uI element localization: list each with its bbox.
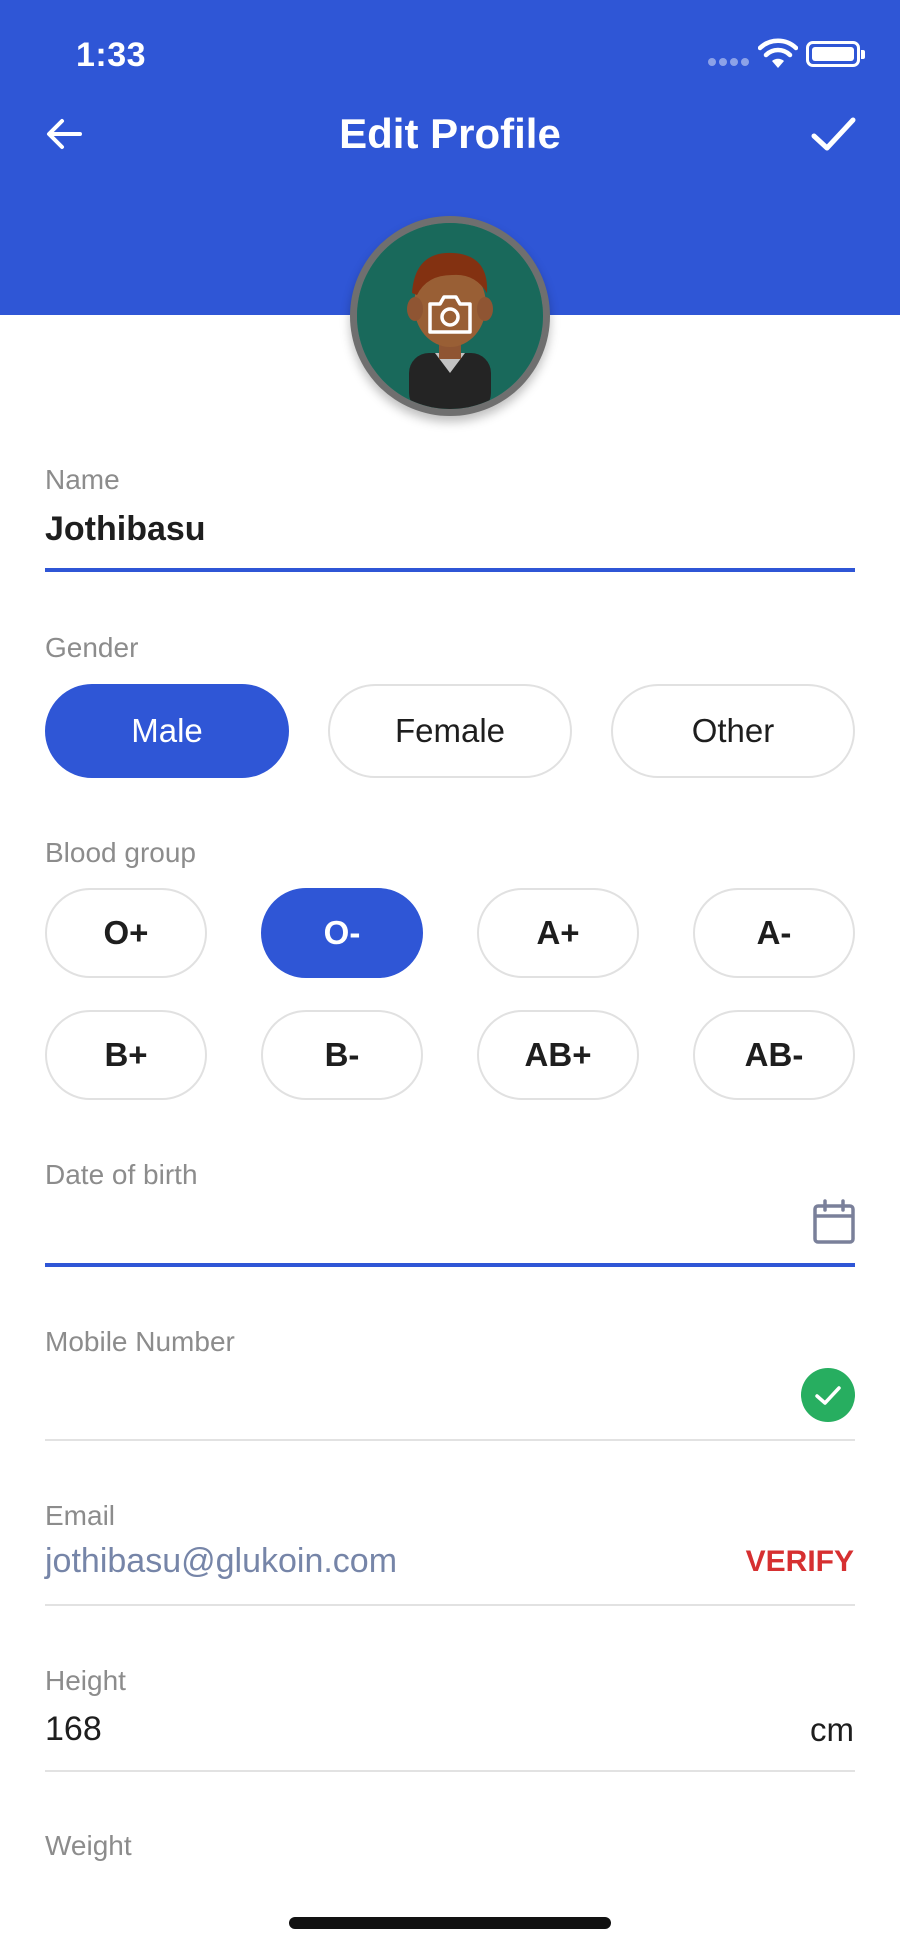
avatar-image (357, 223, 543, 409)
blood-option-o-negative[interactable]: O- (261, 888, 423, 978)
blood-option-a-negative[interactable]: A- (693, 888, 855, 978)
blood-option-o-positive[interactable]: O+ (45, 888, 207, 978)
email-label: Email (45, 1500, 116, 1531)
mobile-underline (45, 1439, 855, 1441)
blood-option-a-positive[interactable]: A+ (477, 888, 639, 978)
battery-icon (806, 41, 865, 67)
status-time: 1:33 (76, 36, 147, 74)
gender-option-male[interactable]: Male (45, 684, 289, 778)
height-unit: cm (810, 1711, 854, 1748)
name-underline (45, 568, 855, 572)
dob-label: Date of birth (45, 1159, 198, 1190)
height-underline (45, 1770, 855, 1772)
cellular-signal-icon (708, 58, 750, 66)
name-input[interactable]: Jothibasu (45, 510, 206, 549)
blood-option-b-positive[interactable]: B+ (45, 1010, 207, 1100)
blood-option-b-negative[interactable]: B- (261, 1010, 423, 1100)
gender-option-other[interactable]: Other (611, 684, 855, 778)
mobile-input[interactable] (45, 1372, 785, 1416)
calendar-icon[interactable] (812, 1199, 856, 1245)
profile-avatar[interactable] (350, 216, 550, 416)
wifi-icon (758, 38, 798, 68)
email-underline (45, 1604, 855, 1606)
page-title: Edit Profile (339, 110, 561, 157)
height-label: Height (45, 1665, 126, 1696)
name-label: Name (45, 464, 120, 495)
home-indicator (289, 1917, 611, 1929)
dob-input[interactable] (45, 1205, 785, 1249)
blood-option-ab-negative[interactable]: AB- (693, 1010, 855, 1100)
gender-label: Gender (45, 632, 139, 663)
blood-group-label: Blood group (45, 837, 197, 868)
verify-email-button[interactable]: VERIFY (746, 1545, 854, 1579)
gender-option-female[interactable]: Female (328, 684, 572, 778)
weight-label: Weight (45, 1830, 132, 1861)
mobile-label: Mobile Number (45, 1326, 235, 1357)
dob-underline (45, 1263, 855, 1267)
email-input[interactable]: jothibasu@glukoin.com (45, 1542, 397, 1581)
save-check-button[interactable] (808, 110, 858, 158)
camera-icon (428, 295, 472, 334)
height-input[interactable]: 168 (45, 1710, 102, 1749)
blood-option-ab-positive[interactable]: AB+ (477, 1010, 639, 1100)
verified-check-icon (801, 1368, 855, 1422)
